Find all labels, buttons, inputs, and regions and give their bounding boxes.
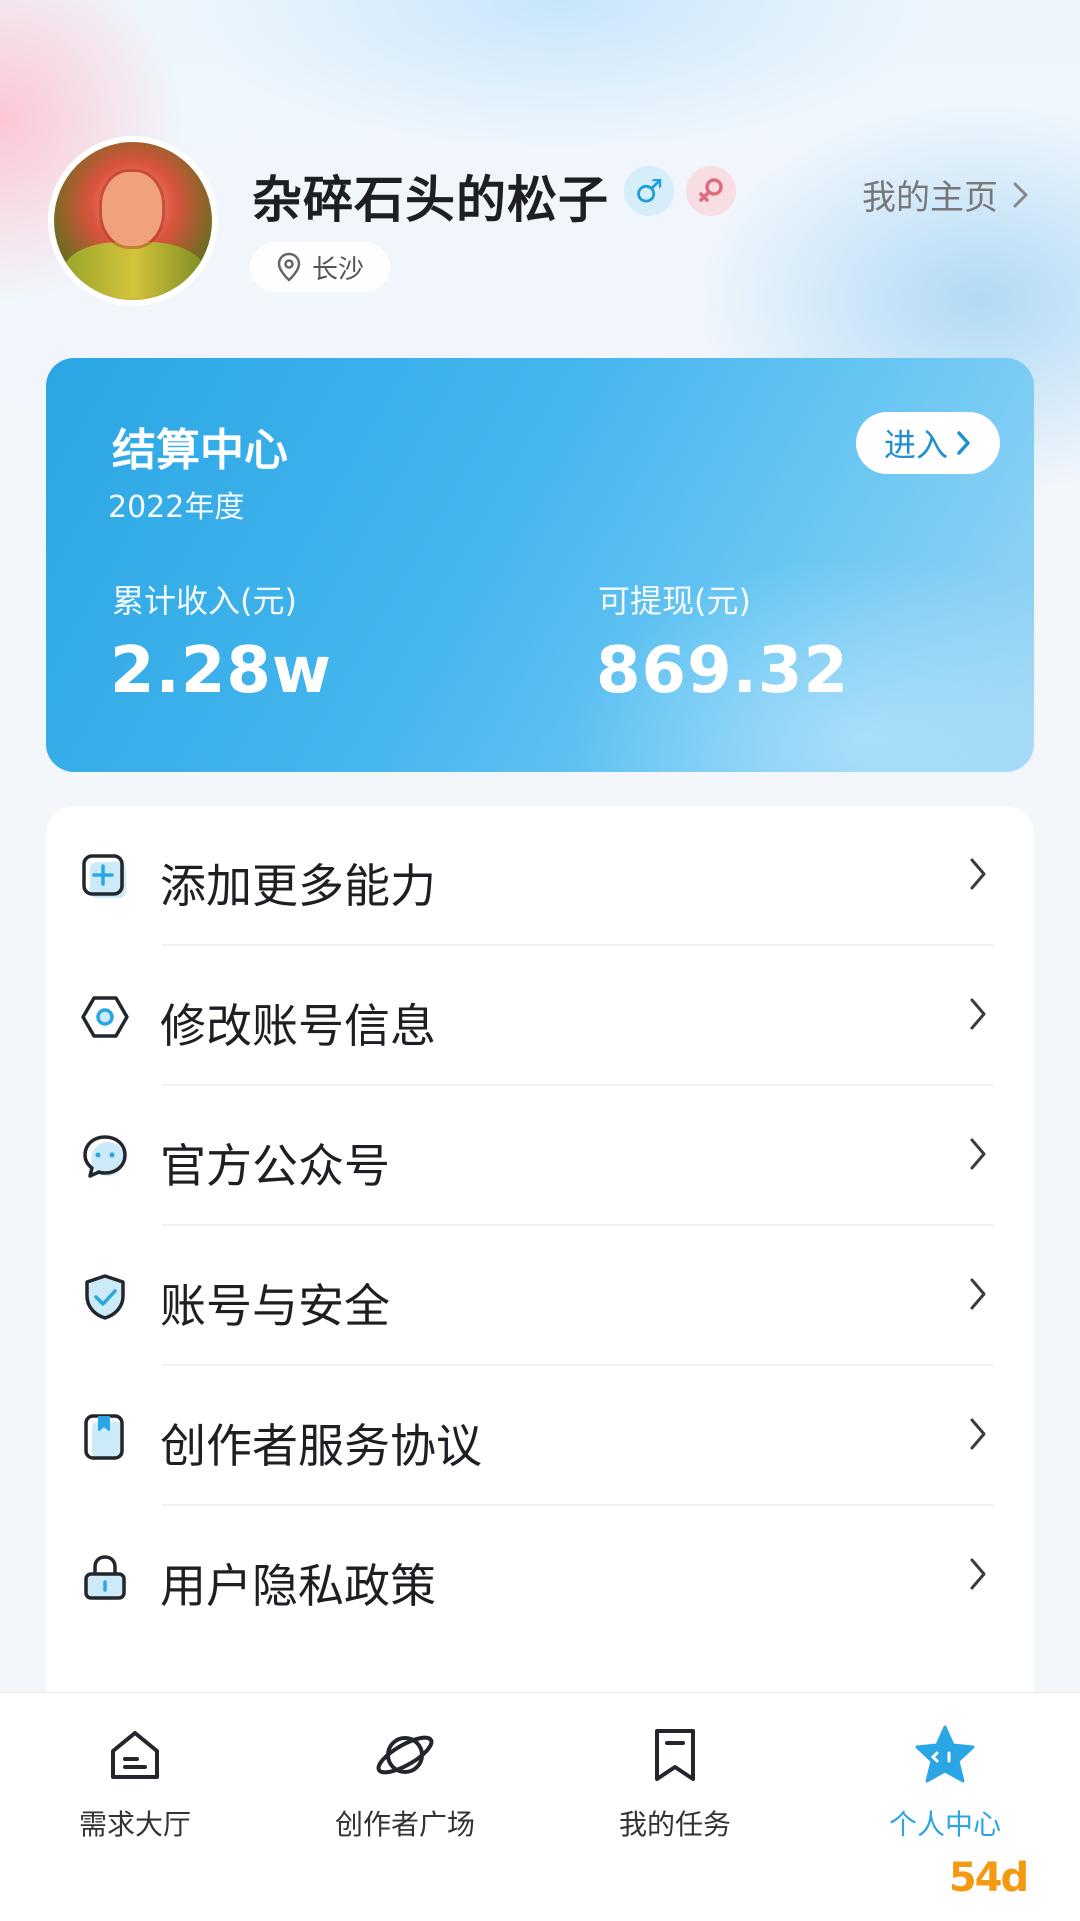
chevron-right-icon [970, 1558, 986, 1590]
nav-tab-creator-square[interactable]: 创作者广场 [270, 1723, 540, 1873]
chevron-right-icon [970, 1278, 986, 1310]
star-icon [915, 1725, 975, 1783]
male-gender-icon: ♂ [624, 166, 674, 216]
hexagon-settings-icon [81, 996, 129, 1038]
settlement-title: 结算中心 [112, 425, 288, 476]
home-icon [111, 1731, 159, 1779]
chevron-right-icon [970, 998, 986, 1030]
menu-item-official-account[interactable]: 官方公众号 [46, 1086, 1034, 1226]
nav-tab-demand-hall[interactable]: 需求大厅 [0, 1723, 270, 1873]
nav-label: 个人中心 [888, 1808, 1001, 1841]
menu-item-privacy-policy[interactable]: 用户隐私政策 [46, 1506, 1034, 1646]
withdrawable-label: 可提现(元) [598, 582, 751, 620]
location-pin-icon [277, 252, 301, 282]
chevron-right-icon [970, 858, 986, 890]
avatar[interactable] [48, 136, 218, 306]
menu-item-label: 账号与安全 [160, 1279, 390, 1333]
chat-bubble-icon [83, 1135, 127, 1178]
settlement-year: 2022年度 [108, 490, 245, 525]
chevron-right-icon [970, 1138, 986, 1170]
total-income-label: 累计收入(元) [112, 582, 297, 620]
menu-item-label: 用户隐私政策 [160, 1559, 436, 1613]
username: 杂碎石头的松子 [252, 171, 609, 229]
settings-menu: 添加更多能力 修改账号信息 官方公众号 账号与安全 创作者服务协议 用户隐私政策 [46, 806, 1034, 1706]
nav-label: 我的任务 [618, 1808, 731, 1841]
chevron-right-icon [957, 431, 970, 455]
menu-item-label: 修改账号信息 [160, 999, 436, 1053]
withdrawable-value: 869.32 [596, 634, 849, 708]
enter-button-label: 进入 [883, 426, 948, 464]
add-box-icon [82, 854, 126, 898]
menu-item-account-security[interactable]: 账号与安全 [46, 1226, 1034, 1366]
location-tag: 长沙 [250, 242, 390, 292]
menu-item-creator-agreement[interactable]: 创作者服务协议 [46, 1366, 1034, 1506]
menu-item-edit-account[interactable]: 修改账号信息 [46, 946, 1034, 1086]
location-label: 长沙 [311, 254, 364, 285]
site-watermark-logo: 54d [948, 1855, 1029, 1901]
nav-label: 创作者广场 [334, 1808, 475, 1841]
shield-check-icon [85, 1274, 125, 1320]
nav-label: 需求大厅 [78, 1808, 191, 1841]
female-gender-icon [686, 166, 736, 216]
my-homepage-link[interactable]: 我的主页 [862, 170, 1030, 219]
chevron-right-icon [970, 1418, 986, 1450]
my-homepage-label: 我的主页 [862, 178, 998, 218]
menu-item-label: 创作者服务协议 [160, 1419, 482, 1473]
menu-item-label: 添加更多能力 [160, 859, 436, 913]
planet-icon [376, 1735, 434, 1775]
total-income-value: 2.28w [110, 634, 333, 708]
nav-tab-my-tasks[interactable]: 我的任务 [540, 1723, 810, 1873]
settlement-card[interactable]: 结算中心 2022年度 进入 累计收入(元) 2.28w 可提现(元) 869.… [46, 358, 1034, 772]
chevron-right-icon [1013, 182, 1028, 207]
enter-settlement-button[interactable]: 进入 [856, 412, 1000, 474]
document-bookmark-icon [84, 1414, 124, 1460]
menu-item-label: 官方公众号 [160, 1139, 390, 1193]
menu-item-add-abilities[interactable]: 添加更多能力 [46, 806, 1034, 946]
lock-icon [84, 1555, 126, 1600]
bookmark-icon [655, 1729, 695, 1781]
